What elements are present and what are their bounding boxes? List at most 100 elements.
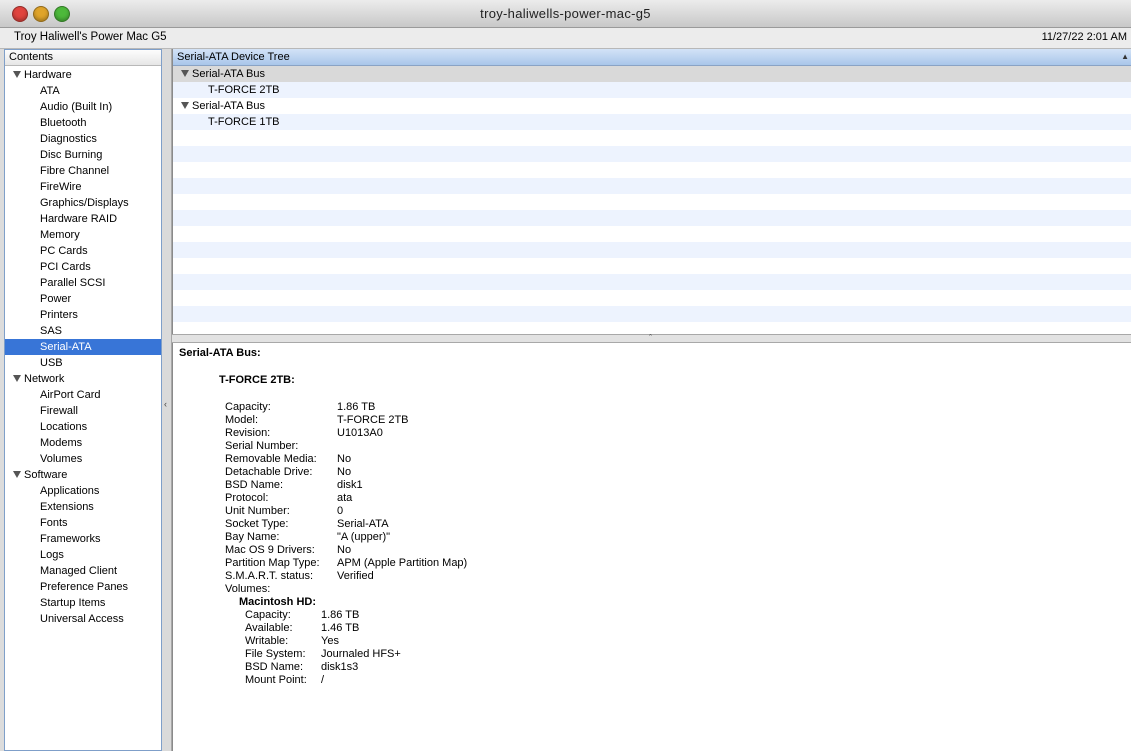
- splitter-grip-icon[interactable]: ‹: [164, 399, 167, 409]
- tree-row-empty: [173, 242, 1131, 258]
- property-key: Volumes:: [225, 583, 271, 595]
- sidebar-category-label: Hardware: [24, 69, 72, 81]
- tree-row-label: Serial-ATA Bus: [192, 68, 265, 80]
- sidebar-item-hardware-raid[interactable]: Hardware RAID: [5, 211, 161, 227]
- disclosure-triangle-icon[interactable]: [13, 71, 21, 78]
- sidebar-item-extensions[interactable]: Extensions: [5, 499, 161, 515]
- tree-row-empty: [173, 210, 1131, 226]
- device-tree-rows: Serial-ATA Bus T-FORCE 2TB Serial-ATA Bus T…: [173, 66, 1131, 322]
- sidebar-item-fibre-channel[interactable]: Fibre Channel: [5, 163, 161, 179]
- device-tree-header[interactable]: Serial-ATA Device Tree ▲: [173, 49, 1131, 66]
- sidebar-item-serial-ata[interactable]: Serial-ATA: [5, 339, 161, 355]
- sidebar-item-managed-client[interactable]: Managed Client: [5, 563, 161, 579]
- property-key: Mount Point:: [245, 674, 307, 686]
- property-value: APM (Apple Partition Map): [337, 557, 468, 569]
- sidebar-item-bluetooth[interactable]: Bluetooth: [5, 115, 161, 131]
- sidebar-category-software[interactable]: Software: [5, 467, 161, 483]
- sidebar-item-pci-cards[interactable]: PCI Cards: [5, 259, 161, 275]
- disclosure-triangle-icon[interactable]: [181, 70, 189, 77]
- sidebar-item-logs[interactable]: Logs: [5, 547, 161, 563]
- sidebar-item-graphics-displays[interactable]: Graphics/Displays: [5, 195, 161, 211]
- sidebar-item-fonts[interactable]: Fonts: [5, 515, 161, 531]
- sidebar-item-applications[interactable]: Applications: [5, 483, 161, 499]
- sidebar-item-parallel-scsi[interactable]: Parallel SCSI: [5, 275, 161, 291]
- property-value: ata: [337, 492, 353, 504]
- property-key: BSD Name:: [225, 479, 284, 491]
- sidebar-item-disc-burning[interactable]: Disc Burning: [5, 147, 161, 163]
- property-key: Writable:: [245, 635, 289, 647]
- sidebar-category-hardware[interactable]: Hardware: [5, 67, 161, 83]
- disclosure-triangle-icon[interactable]: [13, 471, 21, 478]
- property-value: /: [321, 674, 325, 686]
- tree-row-label: Serial-ATA Bus: [192, 100, 265, 112]
- sidebar-item-volumes[interactable]: Volumes: [5, 451, 161, 467]
- sidebar-item-audio-built-in[interactable]: Audio (Built In): [5, 99, 161, 115]
- property-key: Bay Name:: [225, 531, 280, 543]
- sidebar-item-locations[interactable]: Locations: [5, 419, 161, 435]
- sidebar-item-printers[interactable]: Printers: [5, 307, 161, 323]
- window-titlebar: troy-haliwells-power-mac-g5: [0, 0, 1131, 28]
- sidebar-category-label: Software: [24, 469, 68, 481]
- sidebar-category-network[interactable]: Network: [5, 371, 161, 387]
- property-key: Protocol:: [225, 492, 269, 504]
- tree-row-bus[interactable]: Serial-ATA Bus: [173, 98, 1131, 114]
- property-value: No: [337, 466, 352, 478]
- property-value: Journaled HFS+: [321, 648, 401, 660]
- sidebar-item-preference-panes[interactable]: Preference Panes: [5, 579, 161, 595]
- splitter-grip-icon[interactable]: ˆ: [649, 333, 652, 343]
- vertical-splitter[interactable]: ‹: [162, 49, 172, 751]
- device-tree-header-label: Serial-ATA Device Tree: [177, 51, 290, 63]
- disclosure-triangle-icon[interactable]: [181, 102, 189, 109]
- tree-row-device[interactable]: T-FORCE 2TB: [173, 82, 1131, 98]
- sidebar-item-modems[interactable]: Modems: [5, 435, 161, 451]
- sidebar-item-firewire[interactable]: FireWire: [5, 179, 161, 195]
- device-tree-pane: Serial-ATA Device Tree ▲ Serial-ATA Bus T…: [172, 49, 1131, 334]
- property-value: 1.46 TB: [321, 622, 360, 634]
- sidebar-item-startup-items[interactable]: Startup Items: [5, 595, 161, 611]
- contents-header[interactable]: Contents: [5, 50, 161, 66]
- detail-pane: Serial-ATA Bus: T-FORCE 2TB: Capacity: 1.…: [172, 343, 1131, 751]
- property-key: S.M.A.R.T. status:: [225, 570, 314, 582]
- property-key: Serial Number:: [225, 440, 299, 452]
- property-key: Partition Map Type:: [225, 557, 320, 569]
- detail-device-title: T-FORCE 2TB:: [219, 374, 295, 386]
- disclosure-triangle-icon[interactable]: [13, 375, 21, 382]
- property-value: No: [337, 453, 352, 465]
- horizontal-splitter[interactable]: ˆ: [172, 333, 1131, 343]
- sidebar-item-usb[interactable]: USB: [5, 355, 161, 371]
- tree-row-empty: [173, 162, 1131, 178]
- property-value: T-FORCE 2TB: [337, 414, 409, 426]
- sidebar-item-diagnostics[interactable]: Diagnostics: [5, 131, 161, 147]
- sidebar-item-frameworks[interactable]: Frameworks: [5, 531, 161, 547]
- volume-title: Macintosh HD:: [239, 596, 316, 608]
- property-value: disk1: [337, 479, 363, 491]
- tree-row-empty: [173, 290, 1131, 306]
- property-value: Yes: [321, 635, 339, 647]
- sidebar-item-firewall[interactable]: Firewall: [5, 403, 161, 419]
- tree-row-device[interactable]: T-FORCE 1TB: [173, 114, 1131, 130]
- tree-row-empty: [173, 146, 1131, 162]
- property-value: 1.86 TB: [321, 609, 360, 621]
- tree-row-empty: [173, 194, 1131, 210]
- sidebar-category-label: Network: [24, 373, 65, 385]
- sidebar-item-sas[interactable]: SAS: [5, 323, 161, 339]
- sidebar-item-power[interactable]: Power: [5, 291, 161, 307]
- detail-bus-title: Serial-ATA Bus:: [179, 347, 261, 359]
- property-value: disk1s3: [321, 661, 359, 673]
- property-value: 1.86 TB: [337, 401, 376, 413]
- tree-row-empty: [173, 178, 1131, 194]
- sidebar-item-ata[interactable]: ATA: [5, 83, 161, 99]
- property-value: No: [337, 544, 352, 556]
- sidebar-item-pc-cards[interactable]: PC Cards: [5, 243, 161, 259]
- sidebar-item-universal-access[interactable]: Universal Access: [5, 611, 161, 627]
- sort-ascending-icon[interactable]: ▲: [1121, 49, 1129, 65]
- property-key: Detachable Drive:: [225, 466, 313, 478]
- property-value: "A (upper)": [337, 531, 391, 543]
- property-key: Capacity:: [225, 401, 271, 413]
- sidebar-item-airport-card[interactable]: AirPort Card: [5, 387, 161, 403]
- property-key: Available:: [245, 622, 293, 634]
- sidebar-item-memory[interactable]: Memory: [5, 227, 161, 243]
- tree-row-bus[interactable]: Serial-ATA Bus: [173, 66, 1131, 82]
- report-datetime: 11/27/22 2:01 AM: [1041, 31, 1127, 43]
- property-key: Unit Number:: [225, 505, 290, 517]
